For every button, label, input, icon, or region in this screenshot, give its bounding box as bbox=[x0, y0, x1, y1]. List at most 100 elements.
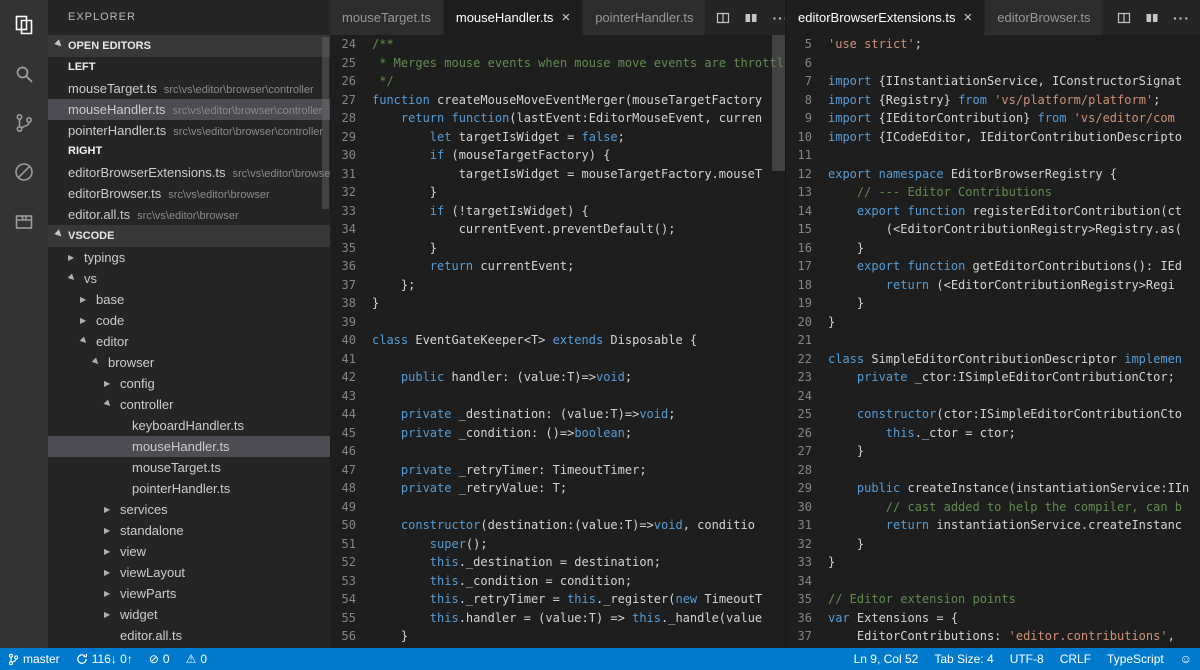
file-name: editor.all.ts bbox=[68, 207, 130, 222]
open-editor-item-mousetarget-ts[interactable]: mouseTarget.tssrc\vs\editor\browser\cont… bbox=[48, 78, 330, 99]
tree-item-typings[interactable]: ▶typings bbox=[48, 247, 330, 268]
line-number: 41 bbox=[330, 350, 372, 369]
close-icon[interactable]: × bbox=[561, 10, 570, 25]
extensions-icon[interactable] bbox=[0, 196, 48, 245]
line-number: 15 bbox=[786, 220, 828, 239]
tree-item-controller[interactable]: ▶controller bbox=[48, 394, 330, 415]
status-sync[interactable]: 116↓ 0↑ bbox=[68, 648, 141, 670]
tree-item-widget[interactable]: ▶widget bbox=[48, 604, 330, 625]
search-icon[interactable] bbox=[0, 49, 48, 98]
line-number: 17 bbox=[786, 257, 828, 276]
open-editor-item-mousehandler-ts[interactable]: mouseHandler.tssrc\vs\editor\browser\con… bbox=[48, 99, 330, 120]
twistie-icon: ▶ bbox=[104, 562, 120, 583]
code-text: } bbox=[828, 442, 864, 461]
line-number: 27 bbox=[786, 442, 828, 461]
open-editor-item-editorbrowserextensions-ts[interactable]: editorBrowserExtensions.tssrc\vs\editor\… bbox=[48, 162, 330, 183]
code-line: 35 } bbox=[330, 239, 785, 258]
tree-item-editor-all-ts[interactable]: editor.all.ts bbox=[48, 625, 330, 646]
editor-actions: ··· bbox=[706, 0, 785, 35]
open-editor-item-pointerhandler-ts[interactable]: pointerHandler.tssrc\vs\editor\browser\c… bbox=[48, 120, 330, 141]
code-text: // Editor extension points bbox=[828, 590, 1016, 609]
split-editor-icon[interactable] bbox=[716, 11, 730, 25]
code-text: super(); bbox=[372, 535, 488, 554]
code-line: 31 return instantiationService.createIns… bbox=[786, 516, 1200, 535]
code-line: 56 } bbox=[330, 627, 785, 646]
status-feedback[interactable]: ☺ bbox=[1172, 648, 1200, 670]
tab-editorbrowserextensions-ts[interactable]: editorBrowserExtensions.ts× bbox=[786, 0, 985, 35]
status-git-branch[interactable]: master bbox=[0, 648, 68, 670]
code-line: 21 bbox=[786, 331, 1200, 350]
tree-item-browser[interactable]: ▶browser bbox=[48, 352, 330, 373]
tree-item-mousetarget-ts[interactable]: mouseTarget.ts bbox=[48, 457, 330, 478]
tree-item-services[interactable]: ▶services bbox=[48, 499, 330, 520]
line-number: 28 bbox=[786, 461, 828, 480]
tree-item-viewparts[interactable]: ▶viewParts bbox=[48, 583, 330, 604]
code-text: (<EditorContributionRegistry>Registry.as… bbox=[828, 220, 1182, 239]
tree-item-keyboardhandler-ts[interactable]: keyboardHandler.ts bbox=[48, 415, 330, 436]
status-tab-size[interactable]: Tab Size: 4 bbox=[926, 648, 1001, 670]
line-number: 33 bbox=[786, 553, 828, 572]
sidebar-scrollbar[interactable] bbox=[322, 37, 329, 209]
file-name: pointerHandler.ts bbox=[68, 123, 166, 138]
status-warnings[interactable]: ⚠0 bbox=[178, 648, 215, 670]
code-text: 'use strict'; bbox=[828, 35, 922, 54]
open-editors-header[interactable]: ▶ OPEN EDITORS bbox=[48, 35, 330, 57]
code-editor[interactable]: 5'use strict';67import {IInstantiationSe… bbox=[786, 35, 1200, 648]
tree-item-config[interactable]: ▶config bbox=[48, 373, 330, 394]
close-icon[interactable]: × bbox=[964, 10, 973, 25]
open-editor-item-editorbrowser-ts[interactable]: editorBrowser.tssrc\vs\editor\browser bbox=[48, 183, 330, 204]
code-line: 36var Extensions = { bbox=[786, 609, 1200, 628]
more-icon[interactable]: ··· bbox=[772, 10, 785, 26]
tree-item-code[interactable]: ▶code bbox=[48, 310, 330, 331]
tab-mousetarget-ts[interactable]: mouseTarget.ts bbox=[330, 0, 444, 35]
tab-editorbrowser-ts[interactable]: editorBrowser.ts bbox=[985, 0, 1103, 35]
folder-section-header[interactable]: ▶ VSCODE bbox=[48, 225, 330, 247]
status-language[interactable]: TypeScript bbox=[1099, 648, 1172, 670]
code-line: 26 this._ctor = ctor; bbox=[786, 424, 1200, 443]
code-line: 24 bbox=[786, 387, 1200, 406]
line-number: 16 bbox=[786, 239, 828, 258]
tab-pointerhandler-ts[interactable]: pointerHandler.ts bbox=[583, 0, 706, 35]
layout-icon[interactable] bbox=[744, 11, 758, 25]
tree-item-vs[interactable]: ▶vs bbox=[48, 268, 330, 289]
line-number: 35 bbox=[786, 590, 828, 609]
tree-item-editor[interactable]: ▶editor bbox=[48, 331, 330, 352]
scrollbar-thumb[interactable] bbox=[772, 35, 785, 171]
code-line: 29 public createInstance(instantiationSe… bbox=[786, 479, 1200, 498]
line-number: 29 bbox=[786, 479, 828, 498]
more-icon[interactable]: ··· bbox=[1173, 10, 1190, 26]
tree-item-standalone[interactable]: ▶standalone bbox=[48, 520, 330, 541]
code-text: } bbox=[372, 183, 437, 202]
code-text: constructor(ctor:ISimpleEditorContributi… bbox=[828, 405, 1182, 424]
tree-item-base[interactable]: ▶base bbox=[48, 289, 330, 310]
line-number: 46 bbox=[330, 442, 372, 461]
code-editor[interactable]: 24/**25 * Merges mouse events when mouse… bbox=[330, 35, 785, 648]
line-number: 37 bbox=[330, 276, 372, 295]
line-number: 31 bbox=[330, 165, 372, 184]
tree-item-view[interactable]: ▶view bbox=[48, 541, 330, 562]
status-label: Tab Size: 4 bbox=[934, 652, 993, 666]
editor-group-left: mouseTarget.tsmouseHandler.ts×pointerHan… bbox=[330, 0, 785, 648]
code-text: export function getEditorContributions()… bbox=[828, 257, 1182, 276]
status-errors[interactable]: ⊘0 bbox=[141, 648, 178, 670]
source-control-icon[interactable] bbox=[0, 98, 48, 147]
tree-item-label: typings bbox=[84, 247, 125, 268]
code-text: private _retryTimer: TimeoutTimer; bbox=[372, 461, 647, 480]
tree-item-pointerhandler-ts[interactable]: pointerHandler.ts bbox=[48, 478, 330, 499]
line-number: 11 bbox=[786, 146, 828, 165]
line-number: 8 bbox=[786, 91, 828, 110]
explorer-icon[interactable] bbox=[0, 0, 48, 49]
code-text: } bbox=[372, 294, 379, 313]
status-eol[interactable]: CRLF bbox=[1052, 648, 1099, 670]
tab-mousehandler-ts[interactable]: mouseHandler.ts× bbox=[444, 0, 583, 35]
code-line: 25 * Merges mouse events when mouse move… bbox=[330, 54, 785, 73]
tree-item-mousehandler-ts[interactable]: mouseHandler.ts bbox=[48, 436, 330, 457]
layout-icon[interactable] bbox=[1145, 11, 1159, 25]
open-editor-item-editor-all-ts[interactable]: editor.all.tssrc\vs\editor\browser bbox=[48, 204, 330, 225]
status-encoding[interactable]: UTF-8 bbox=[1002, 648, 1052, 670]
split-editor-icon[interactable] bbox=[1117, 11, 1131, 25]
status-cursor-position[interactable]: Ln 9, Col 52 bbox=[846, 648, 927, 670]
code-line: 25 constructor(ctor:ISimpleEditorContrib… bbox=[786, 405, 1200, 424]
tree-item-viewlayout[interactable]: ▶viewLayout bbox=[48, 562, 330, 583]
debug-icon[interactable] bbox=[0, 147, 48, 196]
